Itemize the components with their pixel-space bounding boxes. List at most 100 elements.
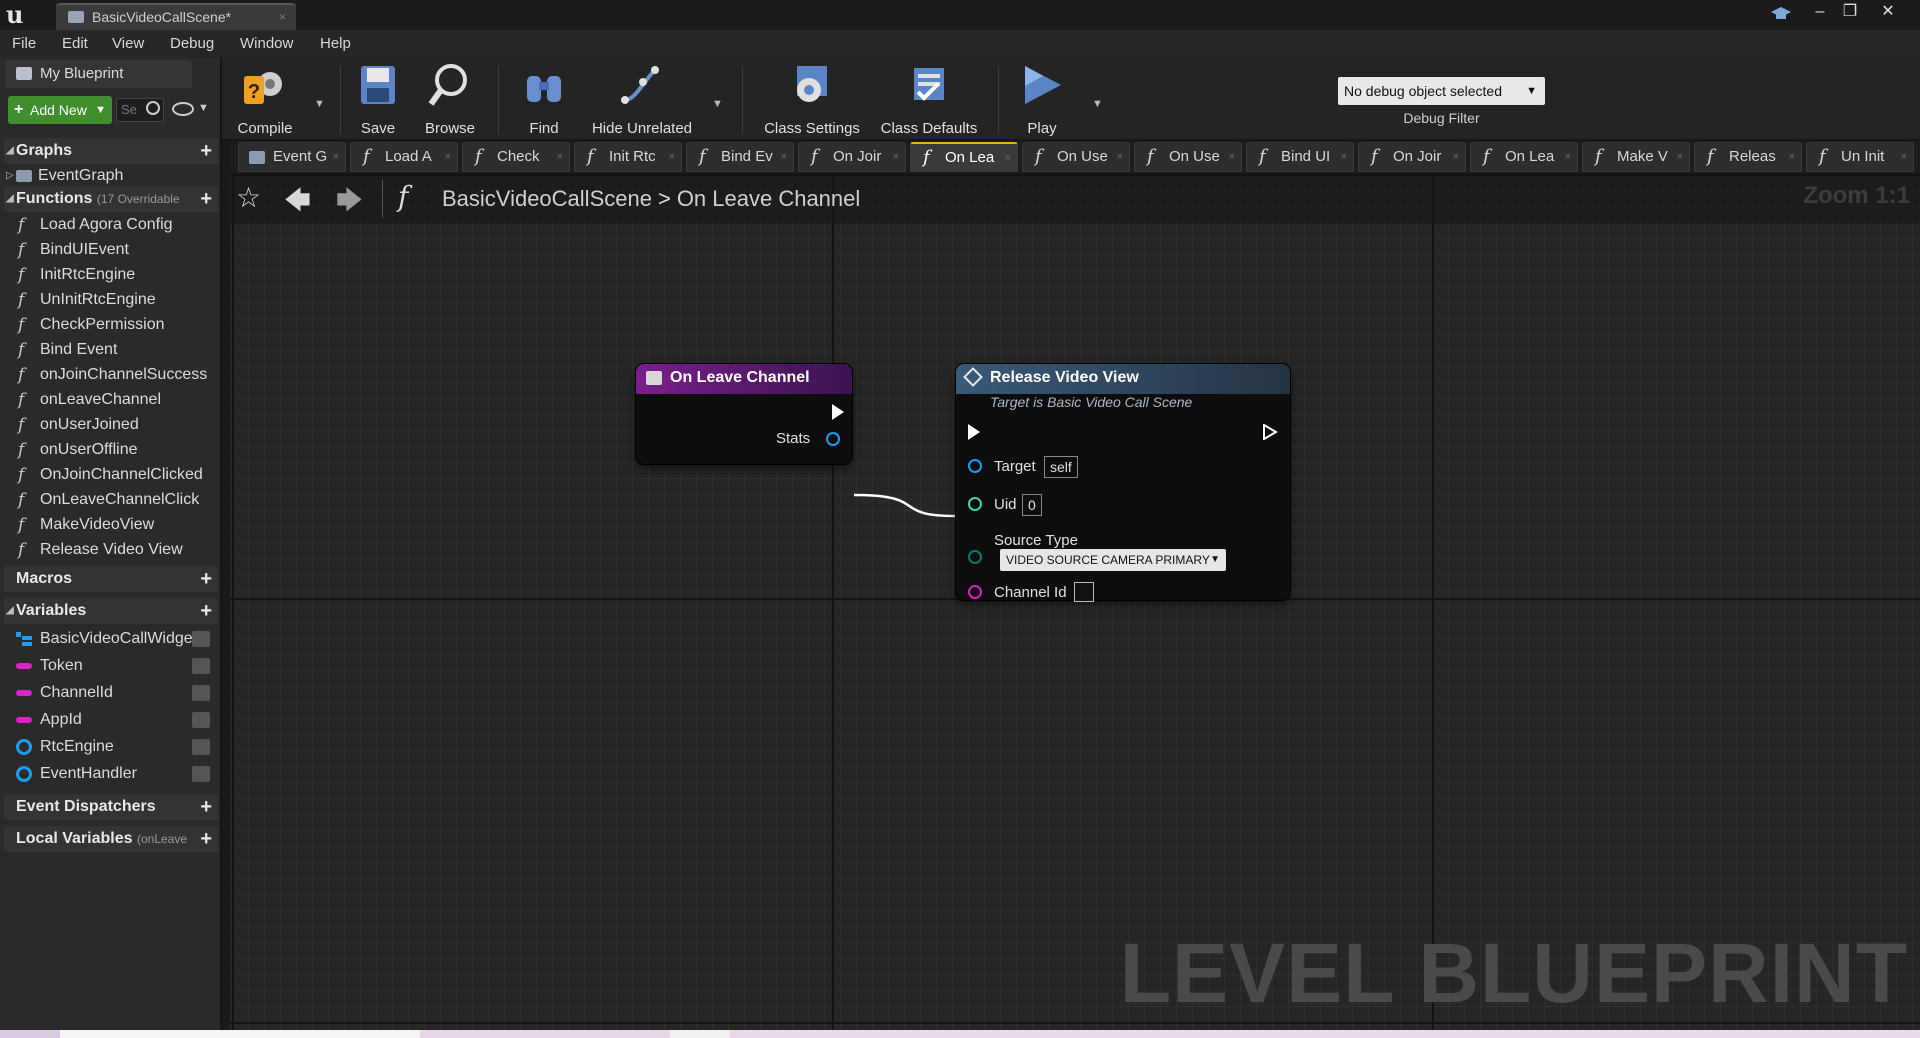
breadcrumb-graph[interactable]: On Leave Channel xyxy=(677,186,860,211)
variable-item-eventhandler[interactable]: EventHandler xyxy=(14,761,214,787)
visibility-toggle[interactable] xyxy=(192,712,210,728)
tab-release-video-view[interactable]: f Releas × xyxy=(1694,142,1802,172)
tab-close-icon[interactable]: × xyxy=(1005,144,1011,171)
variable-item-appid[interactable]: AppId xyxy=(14,707,214,733)
uid-value-input[interactable]: 0 xyxy=(1022,494,1042,516)
variable-item-rtcengine[interactable]: RtcEngine xyxy=(14,734,214,760)
function-item-makevideoview[interactable]: f MakeVideoView xyxy=(14,513,214,537)
search-input[interactable]: Se xyxy=(116,98,164,122)
tab-close-icon[interactable]: × xyxy=(893,143,899,171)
add-variable-button[interactable]: + xyxy=(200,598,212,624)
on-leave-channel-entry-node[interactable]: On Leave Channel Stats xyxy=(636,364,852,464)
function-item-onleavechannelclick[interactable]: f OnLeaveChannelClick xyxy=(14,488,214,512)
star-icon[interactable]: ☆ xyxy=(236,182,268,214)
source-type-pin[interactable] xyxy=(968,550,982,564)
source-type-dropdown[interactable]: VIDEO SOURCE CAMERA PRIMARY ▼ xyxy=(1000,549,1226,571)
visibility-toggle[interactable] xyxy=(192,685,210,701)
back-arrow-icon[interactable]: 🡄 xyxy=(284,182,311,226)
function-item-onleavechannel[interactable]: f onLeaveChannel xyxy=(14,388,214,412)
stats-pin[interactable] xyxy=(826,432,840,446)
tab-uninit[interactable]: f Un Init × xyxy=(1806,142,1914,172)
play-button[interactable]: Play xyxy=(1012,62,1072,138)
compile-button[interactable]: ? Compile xyxy=(232,62,298,138)
tab-close-icon[interactable]: × xyxy=(781,143,787,171)
add-graph-button[interactable]: + xyxy=(200,138,212,164)
class-settings-button[interactable]: Class Settings xyxy=(756,62,868,138)
channel-id-input[interactable] xyxy=(1074,582,1094,602)
menu-edit[interactable]: Edit xyxy=(62,35,88,52)
function-item-initrtcengine[interactable]: f InitRtcEngine xyxy=(14,263,214,287)
chevron-down-icon[interactable]: ▼ xyxy=(198,102,209,114)
uid-pin[interactable] xyxy=(968,497,982,511)
tab-close-icon[interactable]: × xyxy=(445,143,451,171)
tab-on-leave-click[interactable]: f On Lea × xyxy=(1470,142,1578,172)
visibility-toggle[interactable] xyxy=(192,739,210,755)
tab-close-icon[interactable]: × xyxy=(279,5,286,29)
class-defaults-button[interactable]: Class Defaults xyxy=(874,62,984,138)
target-pin[interactable] xyxy=(968,459,982,473)
function-item-load-agora-config[interactable]: f Load Agora Config xyxy=(14,213,214,237)
restore-button[interactable]: ❐ xyxy=(1838,3,1862,23)
function-item-bind-event[interactable]: f Bind Event xyxy=(14,338,214,362)
visibility-toggle[interactable] xyxy=(192,766,210,782)
hide-unrelated-chevron-icon[interactable]: ▼ xyxy=(712,98,723,110)
tab-close-icon[interactable]: × xyxy=(1341,143,1347,171)
close-button[interactable]: ✕ xyxy=(1876,3,1900,23)
functions-section-header[interactable]: ◢ Functions (17 Overridable + xyxy=(4,186,218,212)
breadcrumb-blueprint[interactable]: BasicVideoCallScene xyxy=(442,186,652,211)
document-tab[interactable]: BasicVideoCallScene* × xyxy=(56,3,296,30)
function-item-onjoinchannelsuccess[interactable]: f onJoinChannelSuccess xyxy=(14,363,214,387)
blueprint-graph-canvas[interactable]: ☆ 🡄 🡆 f BasicVideoCallScene > On Leave Cha… xyxy=(230,174,1920,1030)
hide-unrelated-button[interactable]: Hide Unrelated xyxy=(582,62,702,138)
add-macro-button[interactable]: + xyxy=(200,566,212,592)
menu-view[interactable]: View xyxy=(112,35,144,52)
add-local-variable-button[interactable]: + xyxy=(200,826,212,852)
function-item-checkpermission[interactable]: f CheckPermission xyxy=(14,313,214,337)
tab-close-icon[interactable]: × xyxy=(1789,143,1795,171)
exec-out-pin[interactable] xyxy=(1262,424,1278,440)
menu-debug[interactable]: Debug xyxy=(170,35,214,52)
minimize-button[interactable]: – xyxy=(1808,3,1832,23)
tab-check[interactable]: f Check × xyxy=(462,142,570,172)
local-variables-section-header[interactable]: Local Variables (onLeave + xyxy=(4,826,218,852)
my-blueprint-tab[interactable]: My Blueprint xyxy=(6,60,192,88)
tab-init-rtc[interactable]: f Init Rtc × xyxy=(574,142,682,172)
function-item-uninitrtcengine[interactable]: f UnInitRtcEngine xyxy=(14,288,214,312)
tab-close-icon[interactable]: × xyxy=(1901,143,1907,171)
function-item-onuserjoined[interactable]: f onUserJoined xyxy=(14,413,214,437)
tab-load-agora[interactable]: f Load A × xyxy=(350,142,458,172)
debug-object-select[interactable]: No debug object selected ▼ xyxy=(1338,77,1545,105)
tab-bind-ui[interactable]: f Bind UI × xyxy=(1246,142,1354,172)
menu-help[interactable]: Help xyxy=(320,35,351,52)
tab-on-leave-active[interactable]: f On Lea × xyxy=(910,142,1018,172)
tab-close-icon[interactable]: × xyxy=(1117,143,1123,171)
menu-window[interactable]: Window xyxy=(240,35,293,52)
variable-item-token[interactable]: Token xyxy=(14,653,214,679)
exec-out-pin[interactable] xyxy=(832,404,844,420)
variables-section-header[interactable]: ◢ Variables + xyxy=(4,598,218,624)
function-item-release-video-view[interactable]: f Release Video View xyxy=(14,538,214,562)
function-item-binduievent[interactable]: f BindUIEvent xyxy=(14,238,214,262)
tab-on-user-joined[interactable]: f On Use × xyxy=(1022,142,1130,172)
variable-item-channelid[interactable]: ChannelId xyxy=(14,680,214,706)
tab-close-icon[interactable]: × xyxy=(1453,143,1459,171)
tab-close-icon[interactable]: × xyxy=(333,143,339,171)
event-dispatchers-section-header[interactable]: Event Dispatchers + xyxy=(4,794,218,820)
play-options-chevron-icon[interactable]: ▼ xyxy=(1092,98,1103,110)
macros-section-header[interactable]: Macros + xyxy=(4,566,218,592)
channel-id-pin[interactable] xyxy=(968,585,982,599)
add-new-button[interactable]: + Add New ▼ xyxy=(8,96,112,124)
tab-close-icon[interactable]: × xyxy=(1229,143,1235,171)
tab-on-user-offline[interactable]: f On Use × xyxy=(1134,142,1242,172)
tab-event-graph[interactable]: Event G × xyxy=(238,142,346,172)
save-button[interactable]: Save xyxy=(350,62,406,138)
visibility-toggle[interactable] xyxy=(192,631,210,647)
add-event-dispatcher-button[interactable]: + xyxy=(200,794,212,820)
find-button[interactable]: Find xyxy=(514,62,574,138)
function-item-onjoinchannelclicked[interactable]: f OnJoinChannelClicked xyxy=(14,463,214,487)
tab-on-join-clicked[interactable]: f On Joir × xyxy=(1358,142,1466,172)
browse-button[interactable]: Browse xyxy=(412,62,488,138)
release-video-view-node[interactable]: Release Video View Target is Basic Video… xyxy=(956,364,1290,602)
unreal-logo-icon[interactable]: u xyxy=(6,2,32,28)
add-function-button[interactable]: + xyxy=(200,186,212,212)
